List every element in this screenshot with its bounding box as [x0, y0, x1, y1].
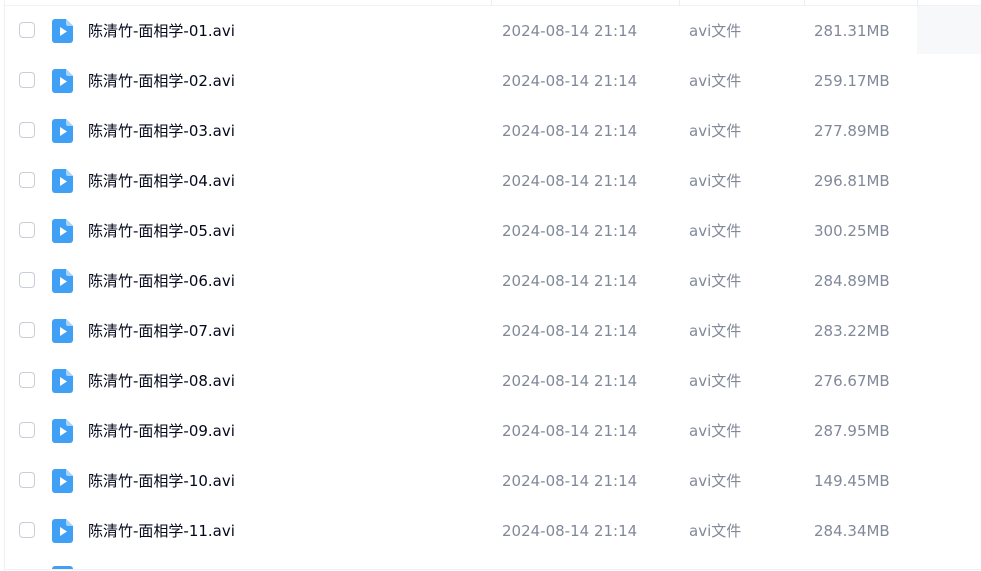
file-modified-date: 2024-08-14 21:14	[502, 172, 638, 190]
file-name[interactable]: 陈清竹-面相学-09.avi	[88, 406, 235, 456]
row-checkbox[interactable]	[19, 472, 35, 488]
file-name[interactable]: 陈清竹-面相学-10.avi	[88, 456, 235, 506]
list-bottom-divider	[4, 569, 981, 570]
video-file-icon	[52, 19, 73, 43]
file-row[interactable]: 陈清竹-面相学-08.avi 2024-08-14 21:14 avi文件 27…	[4, 356, 981, 406]
file-modified-date: 2024-08-14 21:14	[502, 322, 638, 340]
row-checkbox[interactable]	[19, 122, 35, 138]
file-type: avi文件	[689, 172, 742, 190]
file-name[interactable]: 陈清竹-面相学-08.avi	[88, 356, 235, 406]
video-file-icon	[52, 69, 73, 93]
file-size: 259.17MB	[814, 72, 890, 90]
file-size: 284.34MB	[814, 522, 890, 540]
file-row[interactable]: 陈清竹-面相学-04.avi 2024-08-14 21:14 avi文件 29…	[4, 156, 981, 206]
file-size: 287.95MB	[814, 422, 890, 440]
file-row[interactable]: 陈清竹-面相学-07.avi 2024-08-14 21:14 avi文件 28…	[4, 306, 981, 356]
file-modified-date: 2024-08-14 21:14	[502, 122, 638, 140]
file-row[interactable]: 陈清竹-面相学-03.avi 2024-08-14 21:14 avi文件 27…	[4, 106, 981, 156]
file-type: avi文件	[689, 22, 742, 40]
file-size: 284.89MB	[814, 272, 890, 290]
file-row[interactable]: 陈清竹-面相学-11.avi 2024-08-14 21:14 avi文件 28…	[4, 506, 981, 556]
file-row[interactable]: 陈清竹-面相学-09.avi 2024-08-14 21:14 avi文件 28…	[4, 406, 981, 456]
row-checkbox[interactable]	[19, 222, 35, 238]
file-modified-date: 2024-08-14 21:14	[502, 422, 638, 440]
file-type: avi文件	[689, 372, 742, 390]
file-size: 283.22MB	[814, 322, 890, 340]
file-modified-date: 2024-08-14 21:14	[502, 372, 638, 390]
row-checkbox[interactable]	[19, 172, 35, 188]
file-type: avi文件	[689, 522, 742, 540]
file-row[interactable]: 陈清竹-面相学-01.avi 2024-08-14 21:14 avi文件 28…	[4, 6, 981, 56]
file-name[interactable]: 陈清竹-面相学-06.avi	[88, 256, 235, 306]
file-row[interactable]: 陈清竹-面相学-10.avi 2024-08-14 21:14 avi文件 14…	[4, 456, 981, 506]
file-size: 276.67MB	[814, 372, 890, 390]
video-file-icon	[52, 119, 73, 143]
row-checkbox[interactable]	[19, 72, 35, 88]
file-row[interactable]: 陈清竹-面相学-02.avi 2024-08-14 21:14 avi文件 25…	[4, 56, 981, 106]
video-file-icon	[52, 519, 73, 543]
file-type: avi文件	[689, 322, 742, 340]
file-size: 300.25MB	[814, 222, 890, 240]
file-type: avi文件	[689, 222, 742, 240]
file-row[interactable]: 陈清竹-面相学-06.avi 2024-08-14 21:14 avi文件 28…	[4, 256, 981, 306]
video-file-icon	[52, 319, 73, 343]
row-checkbox[interactable]	[19, 22, 35, 38]
file-name[interactable]: 陈清竹-面相学-03.avi	[88, 106, 235, 156]
file-type: avi文件	[689, 72, 742, 90]
file-modified-date: 2024-08-14 21:14	[502, 22, 638, 40]
file-type: avi文件	[689, 422, 742, 440]
video-file-icon	[52, 169, 73, 193]
file-list: 陈清竹-面相学-01.avi 2024-08-14 21:14 avi文件 28…	[4, 0, 981, 571]
file-name[interactable]: 陈清竹-面相学-01.avi	[88, 6, 235, 56]
file-name[interactable]: 陈清竹-面相学-07.avi	[88, 306, 235, 356]
file-modified-date: 2024-08-14 21:14	[502, 472, 638, 490]
row-checkbox[interactable]	[19, 322, 35, 338]
file-modified-date: 2024-08-14 21:14	[502, 272, 638, 290]
file-size: 296.81MB	[814, 172, 890, 190]
file-size: 149.45MB	[814, 472, 890, 490]
file-modified-date: 2024-08-14 21:14	[502, 72, 638, 90]
file-modified-date: 2024-08-14 21:14	[502, 522, 638, 540]
video-file-icon	[52, 269, 73, 293]
file-name[interactable]: 陈清竹-面相学-04.avi	[88, 156, 235, 206]
row-checkbox[interactable]	[19, 272, 35, 288]
file-name[interactable]: 陈清竹-面相学-05.avi	[88, 206, 235, 256]
file-name[interactable]: 陈清竹-面相学-02.avi	[88, 56, 235, 106]
row-checkbox[interactable]	[19, 372, 35, 388]
file-type: avi文件	[689, 472, 742, 490]
file-type: avi文件	[689, 272, 742, 290]
file-size: 277.89MB	[814, 122, 890, 140]
file-type: avi文件	[689, 122, 742, 140]
video-file-icon	[52, 369, 73, 393]
file-size: 281.31MB	[814, 22, 890, 40]
video-file-icon	[52, 469, 73, 493]
file-modified-date: 2024-08-14 21:14	[502, 222, 638, 240]
file-row[interactable]: 陈清竹-面相学-05.avi 2024-08-14 21:14 avi文件 30…	[4, 206, 981, 256]
video-file-icon	[52, 419, 73, 443]
row-checkbox[interactable]	[19, 422, 35, 438]
row-checkbox[interactable]	[19, 522, 35, 538]
video-file-icon	[52, 219, 73, 243]
file-name[interactable]: 陈清竹-面相学-11.avi	[88, 506, 235, 556]
